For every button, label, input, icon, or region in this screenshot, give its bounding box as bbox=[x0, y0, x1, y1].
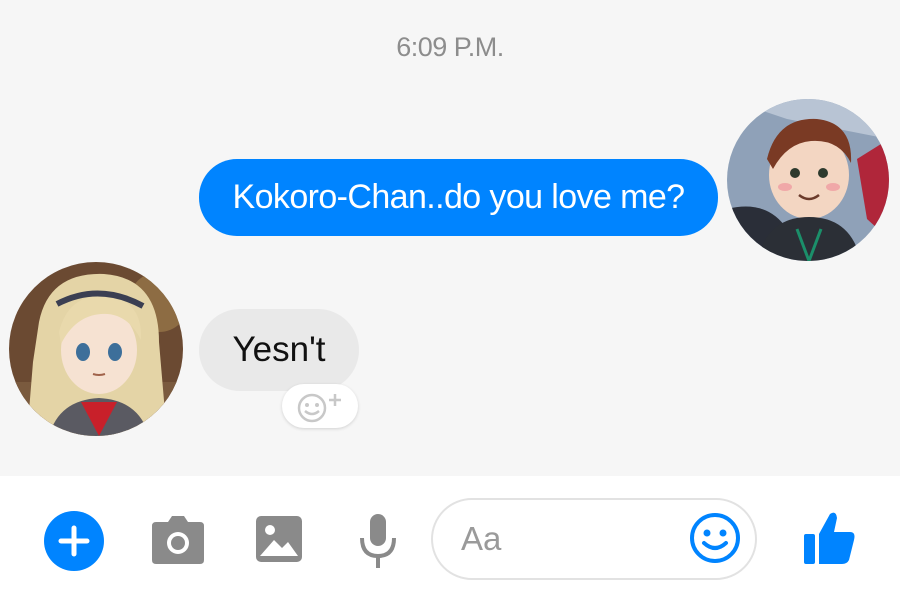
anime-girl-avatar[interactable] bbox=[9, 262, 183, 436]
gallery-icon[interactable] bbox=[254, 514, 304, 564]
anime-boy-avatar[interactable] bbox=[727, 99, 889, 261]
microphone-icon[interactable] bbox=[358, 512, 398, 570]
plus-icon[interactable] bbox=[44, 511, 104, 571]
emoji-icon[interactable] bbox=[689, 512, 741, 564]
message-input-placeholder: Aa bbox=[461, 520, 502, 557]
add-reaction-icon[interactable] bbox=[282, 384, 358, 428]
message-composer: Aa bbox=[0, 476, 900, 600]
thumbs-up-icon[interactable] bbox=[802, 510, 856, 566]
chat-area: 6:09 P.M. Kokoro-Chan..do you love me? Y… bbox=[0, 0, 900, 476]
message-input[interactable]: Aa bbox=[431, 498, 757, 580]
message-timestamp: 6:09 P.M. bbox=[396, 32, 504, 62]
camera-icon[interactable] bbox=[150, 514, 206, 566]
outgoing-message-bubble[interactable]: Kokoro-Chan..do you love me? bbox=[199, 159, 718, 236]
incoming-message-bubble[interactable]: Yesn't bbox=[199, 309, 359, 391]
